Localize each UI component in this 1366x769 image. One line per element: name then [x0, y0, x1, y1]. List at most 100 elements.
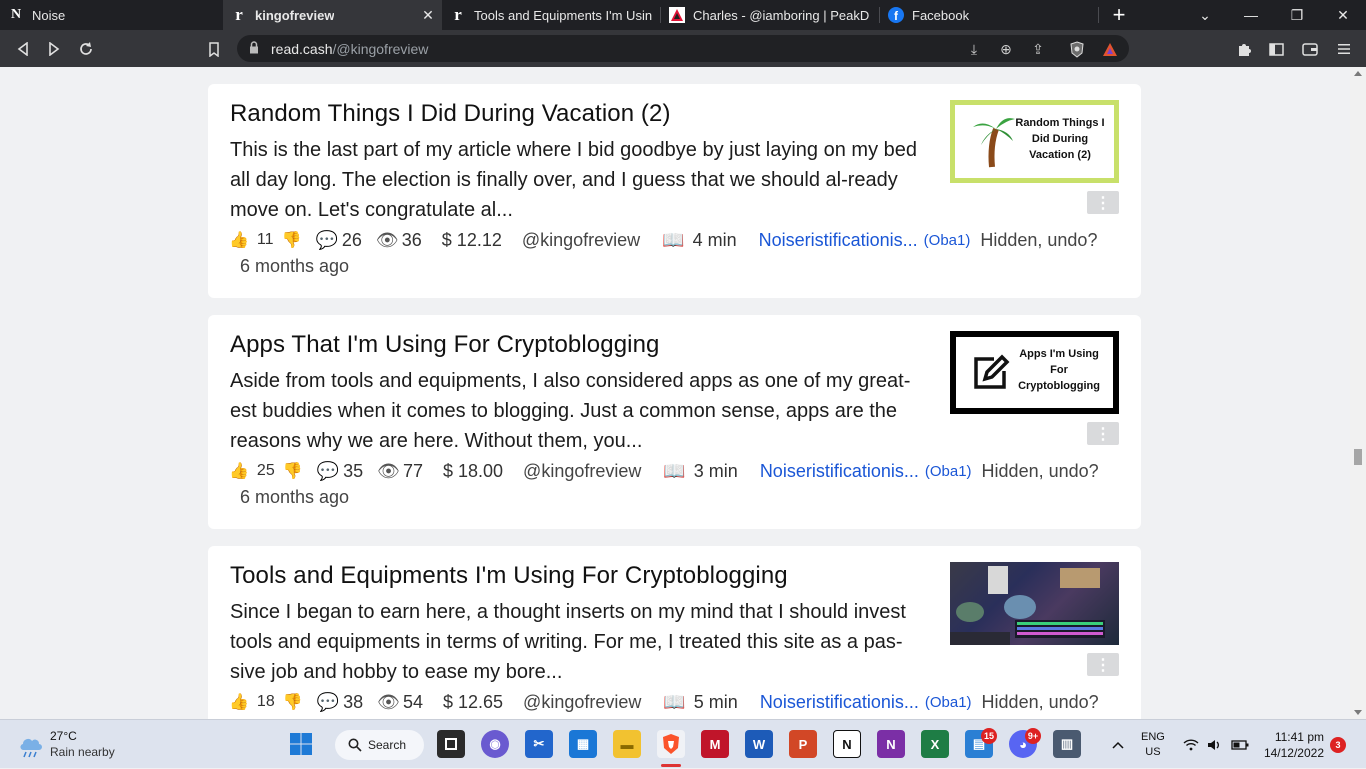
taskbar-search[interactable]: Search	[335, 730, 424, 760]
volume-icon[interactable]	[1207, 720, 1223, 769]
like-icon[interactable]: 👍	[229, 461, 249, 481]
tab-kingofreview[interactable]: r kingofreview ✕	[223, 0, 442, 30]
community-owner[interactable]: (Oba1)	[925, 463, 972, 480]
scrollbar-thumb[interactable]	[1354, 449, 1362, 465]
brave-browser-icon[interactable]	[657, 730, 685, 758]
page-scrollbar[interactable]	[1350, 67, 1366, 719]
comment-count[interactable]: 26	[342, 230, 362, 251]
community-owner[interactable]: (Oba1)	[925, 694, 972, 711]
article-title[interactable]: Apps That I'm Using For Cryptoblogging	[230, 331, 659, 359]
dislike-icon[interactable]: 👎	[282, 230, 302, 250]
wifi-icon[interactable]	[1183, 720, 1199, 769]
mcafee-icon[interactable]: M	[701, 730, 729, 758]
hidden-undo-link[interactable]: Hidden, undo?	[980, 230, 1097, 251]
facebook-icon: f	[888, 7, 904, 23]
article-title[interactable]: Tools and Equipments I'm Using For Crypt…	[230, 562, 788, 590]
brave-shields-icon[interactable]	[1067, 39, 1087, 59]
calculator-icon[interactable]: ▥	[1053, 730, 1081, 758]
battery-icon[interactable]	[1231, 720, 1249, 769]
author-link[interactable]: @kingofreview	[522, 230, 640, 251]
lock-icon[interactable]	[249, 41, 259, 54]
lang-bottom: US	[1145, 745, 1161, 758]
tab-label: Tools and Equipments I'm Using Fo	[474, 7, 652, 23]
snipping-tool-icon[interactable]: ✂	[525, 730, 553, 758]
task-view-icon[interactable]	[437, 730, 465, 758]
minimize-icon[interactable]: —	[1228, 0, 1274, 30]
close-window-icon[interactable]: ✕	[1320, 0, 1366, 30]
install-app-icon[interactable]: ⤓	[964, 39, 984, 59]
scroll-up-icon[interactable]	[1354, 71, 1362, 76]
word-icon[interactable]: W	[745, 730, 773, 758]
comment-count[interactable]: 38	[343, 692, 363, 713]
dislike-icon[interactable]: 👎	[283, 692, 303, 712]
thumbnail-caption: Random Things I Did During Vacation (2)	[1015, 117, 1105, 161]
article-title[interactable]: Random Things I Did During Vacation (2)	[230, 100, 671, 128]
onenote-icon[interactable]: N	[877, 730, 905, 758]
notification-badge[interactable]: 3	[1330, 737, 1346, 753]
tab-noise[interactable]: N Noise	[0, 0, 223, 30]
lang-top: ENG	[1141, 730, 1165, 743]
article-card: Random Things I Did During Vacation (2) …	[208, 84, 1141, 298]
menu-icon[interactable]	[1334, 39, 1354, 59]
community-link[interactable]: Noiseristificationis...	[760, 692, 919, 713]
article-menu-button[interactable]: ⋮	[1087, 191, 1119, 214]
hidden-undo-link[interactable]: Hidden, undo?	[982, 461, 1099, 482]
notion-n-icon: N	[10, 7, 22, 22]
show-hidden-icons[interactable]	[1112, 720, 1124, 769]
community-owner[interactable]: (Oba1)	[924, 232, 971, 249]
tab-search-icon[interactable]: ⌄	[1182, 0, 1228, 30]
tab-tools-equipments[interactable]: r Tools and Equipments I'm Using Fo	[442, 0, 660, 30]
start-icon[interactable]	[287, 730, 315, 758]
article-thumbnail[interactable]: Apps I'm Using For Cryptoblogging	[950, 331, 1119, 414]
back-icon[interactable]	[12, 38, 34, 60]
comment-icon[interactable]: 💬	[317, 461, 339, 482]
file-explorer-icon[interactable]: ▬	[613, 730, 641, 758]
close-icon[interactable]: ✕	[420, 7, 436, 23]
article-thumbnail[interactable]	[950, 562, 1119, 645]
search-icon	[348, 738, 362, 752]
comment-icon[interactable]: 💬	[315, 230, 337, 251]
brave-rewards-icon[interactable]	[1100, 39, 1120, 59]
bookmark-icon[interactable]	[203, 38, 225, 60]
notion-icon[interactable]: N	[833, 730, 861, 758]
restore-icon[interactable]: ❐	[1274, 0, 1320, 30]
reload-icon[interactable]	[75, 38, 97, 60]
tab-facebook[interactable]: f Facebook	[880, 0, 1098, 30]
hidden-undo-link[interactable]: Hidden, undo?	[982, 692, 1099, 713]
new-tab-button[interactable]: +	[1099, 0, 1139, 30]
forward-icon[interactable]	[43, 38, 65, 60]
comment-icon[interactable]: 💬	[317, 692, 339, 713]
comment-count[interactable]: 35	[343, 461, 363, 482]
zoom-icon[interactable]: ⊕	[996, 39, 1016, 59]
share-icon[interactable]: ⇪	[1028, 39, 1048, 59]
author-link[interactable]: @kingofreview	[523, 461, 641, 482]
scroll-down-icon[interactable]	[1354, 710, 1362, 715]
language-indicator[interactable]: ENG US	[1141, 720, 1165, 769]
article-menu-button[interactable]: ⋮	[1087, 653, 1119, 676]
community-link[interactable]: Noiseristificationis...	[760, 461, 919, 482]
author-link[interactable]: @kingofreview	[523, 692, 641, 713]
chat-icon[interactable]: ◉	[481, 730, 509, 758]
powerpoint-icon[interactable]: P	[789, 730, 817, 758]
like-icon[interactable]: 👍	[229, 692, 249, 712]
readcash-icon: r	[235, 5, 243, 24]
excel-icon[interactable]: X	[921, 730, 949, 758]
article-card: Tools and Equipments I'm Using For Crypt…	[208, 546, 1141, 719]
article-thumbnail[interactable]: Random Things I Did During Vacation (2)	[950, 100, 1119, 183]
extensions-icon[interactable]	[1234, 39, 1254, 59]
view-count: 77	[402, 460, 423, 481]
address-bar[interactable]: read.cash/@kingofreview ⤓ ⊕ ⇪	[237, 35, 1129, 62]
like-icon[interactable]: 👍	[229, 230, 249, 250]
peakd-icon	[669, 7, 685, 23]
microsoft-store-icon[interactable]: ▦	[569, 730, 597, 758]
clock[interactable]: 11:41 pm 14/12/2022	[1262, 720, 1324, 769]
sidebar-icon[interactable]	[1266, 39, 1286, 59]
clock-date: 14/12/2022	[1263, 745, 1324, 760]
dislike-icon[interactable]: 👎	[283, 461, 303, 481]
page-content: Random Things I Did During Vacation (2) …	[0, 67, 1350, 719]
tab-peakd[interactable]: Charles - @iamboring | PeakD	[661, 0, 879, 30]
url-text[interactable]: read.cash/@kingofreview	[271, 41, 428, 57]
article-menu-button[interactable]: ⋮	[1087, 422, 1119, 445]
wallet-icon[interactable]	[1300, 39, 1320, 59]
community-link[interactable]: Noiseristificationis...	[759, 230, 918, 251]
